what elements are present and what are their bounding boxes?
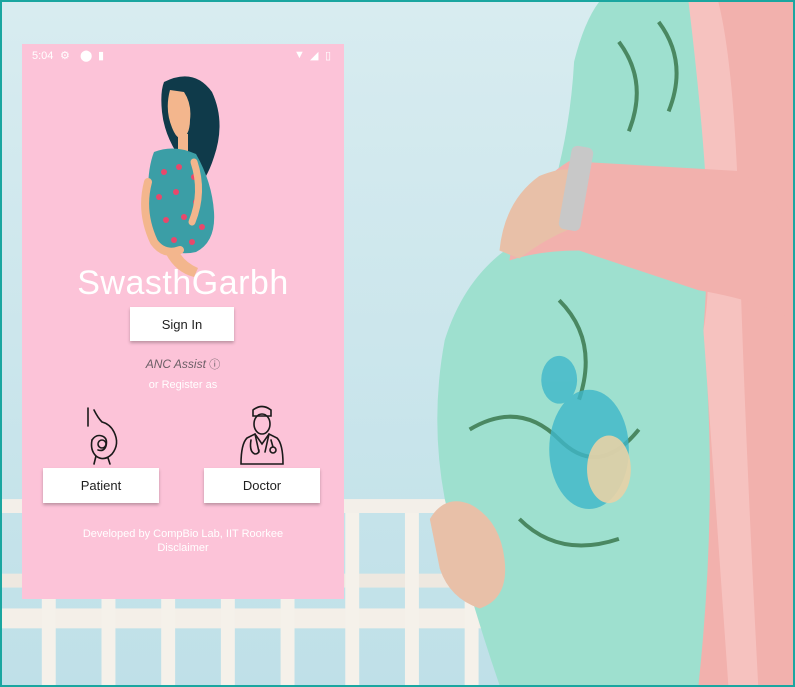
sign-in-button[interactable]: Sign In (130, 307, 234, 341)
register-prompt: or Register as (148, 379, 218, 391)
gear-icon: ⚙ (60, 50, 70, 62)
anc-assist-link[interactable]: ANC Assist ⓘ (22, 356, 344, 372)
status-bar: 5:04 ⚙ ⬤ ▮ ▼ ◢ ▯ (22, 44, 344, 68)
screenshot-frame: 5:04 ⚙ ⬤ ▮ ▼ ◢ ▯ SwasthGarbh Sign In ANC… (0, 0, 795, 687)
battery-icon: ▯ (325, 50, 332, 62)
anc-assist-label: ANC Assist (145, 357, 206, 371)
info-icon: ⓘ (209, 359, 221, 371)
pregnant-patient-icon[interactable] (82, 404, 122, 466)
wifi-icon: ▼ (294, 49, 305, 61)
disclaimer-link[interactable]: Disclaimer (22, 541, 344, 555)
doctor-button[interactable]: Doctor (204, 468, 320, 503)
app-title: SwasthGarbh (77, 264, 289, 302)
sd-card-icon: ▮ (98, 50, 105, 62)
shield-icon: ⬤ (80, 50, 93, 62)
footer: Developed by CompBio Lab, IIT Roorkee Di… (22, 527, 344, 555)
doctor-icon[interactable] (237, 404, 287, 466)
app-logo (141, 76, 220, 277)
signal-icon: ◢ (310, 50, 319, 62)
phone-screen: 5:04 ⚙ ⬤ ▮ ▼ ◢ ▯ SwasthGarbh Sign In ANC… (22, 44, 344, 599)
status-time: 5:04 (32, 50, 54, 62)
developed-by-text: Developed by CompBio Lab, IIT Roorkee (82, 528, 284, 540)
patient-button[interactable]: Patient (43, 468, 159, 503)
